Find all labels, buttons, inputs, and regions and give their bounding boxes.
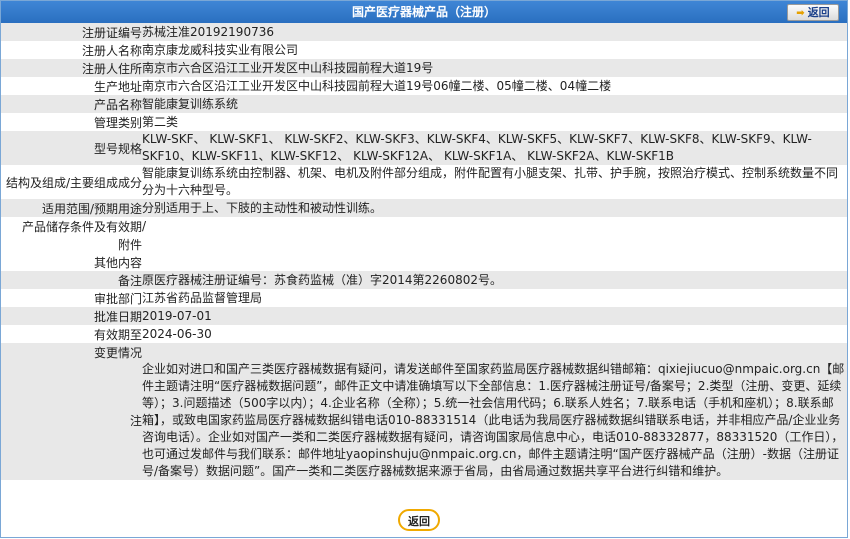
row-registration-number: 注册证编号 苏械注准20192190736	[1, 23, 847, 41]
page-title: 国产医疗器械产品（注册）	[351, 5, 496, 19]
value-changes	[142, 343, 847, 361]
label-accessories: 附件	[1, 235, 142, 253]
label-management-category: 管理类别	[1, 113, 142, 131]
value-registrant-name: 南京康龙威科技实业有限公司	[142, 41, 847, 59]
label-other: 其他内容	[1, 253, 142, 271]
value-intended-use: 分别适用于上、下肢的主动性和被动性训练。	[142, 199, 847, 217]
value-product-name: 智能康复训练系统	[142, 95, 847, 113]
row-approval-dept: 审批部门 江苏省药品监督管理局	[1, 289, 847, 307]
label-product-name: 产品名称	[1, 95, 142, 113]
value-other	[142, 253, 847, 271]
value-management-category: 第二类	[142, 113, 847, 131]
value-model-spec: KLW-SKF、 KLW-SKF1、 KLW-SKF2、KLW-SKF3、KLW…	[142, 131, 847, 165]
label-registration-number: 注册证编号	[1, 23, 142, 41]
label-approval-date: 批准日期	[1, 307, 142, 325]
value-production-address: 南京市六合区沿江工业开发区中山科技园前程大道19号06幢二楼、05幢二楼、04幢…	[142, 77, 847, 95]
row-production-address: 生产地址 南京市六合区沿江工业开发区中山科技园前程大道19号06幢二楼、05幢二…	[1, 77, 847, 95]
value-storage: /	[142, 217, 847, 235]
value-approval-dept: 江苏省药品监督管理局	[142, 289, 847, 307]
label-intended-use: 适用范围/预期用途	[1, 199, 142, 217]
row-product-name: 产品名称 智能康复训练系统	[1, 95, 847, 113]
back-button-top-label: 返回	[807, 6, 830, 19]
row-model-spec: 型号规格 KLW-SKF、 KLW-SKF1、 KLW-SKF2、KLW-SKF…	[1, 131, 847, 165]
row-intended-use: 适用范围/预期用途 分别适用于上、下肢的主动性和被动性训练。	[1, 199, 847, 217]
label-storage: 产品储存条件及有效期	[1, 217, 142, 235]
row-changes: 变更情况	[1, 343, 847, 361]
label-registrant-address: 注册人住所	[1, 59, 142, 77]
row-registrant-name: 注册人名称 南京康龙威科技实业有限公司	[1, 41, 847, 59]
label-approval-dept: 审批部门	[1, 289, 142, 307]
label-model-spec: 型号规格	[1, 131, 142, 165]
value-remarks: 原医疗器械注册证编号：苏食药监械（准）字2014第2260802号。	[142, 271, 847, 289]
detail-panel: 国产医疗器械产品（注册） ➡ 返回 注册证编号 苏械注准20192190736 注…	[0, 0, 848, 538]
panel-header: 国产医疗器械产品（注册） ➡ 返回	[1, 1, 847, 23]
label-registrant-name: 注册人名称	[1, 41, 142, 59]
label-remarks: 备注	[1, 271, 142, 289]
row-approval-date: 批准日期 2019-07-01	[1, 307, 847, 325]
value-note: 企业如对进口和国产三类医疗器械数据有疑问，请发送邮件至国家药监局医疗器械数据纠错…	[142, 361, 847, 480]
row-storage: 产品储存条件及有效期 /	[1, 217, 847, 235]
info-table: 注册证编号 苏械注准20192190736 注册人名称 南京康龙威科技实业有限公…	[1, 23, 847, 480]
label-structure: 结构及组成/主要组成成分	[1, 165, 142, 199]
value-registration-number: 苏械注准20192190736	[142, 23, 847, 41]
back-button-top[interactable]: ➡ 返回	[787, 4, 839, 21]
row-valid-until: 有效期至 2024-06-30	[1, 325, 847, 343]
value-valid-until: 2024-06-30	[142, 325, 847, 343]
row-remarks: 备注 原医疗器械注册证编号：苏食药监械（准）字2014第2260802号。	[1, 271, 847, 289]
row-structure: 结构及组成/主要组成成分 智能康复训练系统由控制器、机架、电机及附件部分组成，附…	[1, 165, 847, 199]
row-registrant-address: 注册人住所 南京市六合区沿江工业开发区中山科技园前程大道19号	[1, 59, 847, 77]
row-management-category: 管理类别 第二类	[1, 113, 847, 131]
label-note: 注	[1, 361, 142, 480]
value-registrant-address: 南京市六合区沿江工业开发区中山科技园前程大道19号	[142, 59, 847, 77]
value-accessories	[142, 235, 847, 253]
back-button-bottom[interactable]: 返回	[398, 509, 440, 531]
label-production-address: 生产地址	[1, 77, 142, 95]
label-valid-until: 有效期至	[1, 325, 142, 343]
arrow-right-icon: ➡	[796, 8, 805, 19]
label-changes: 变更情况	[1, 343, 142, 361]
row-other: 其他内容	[1, 253, 847, 271]
row-note: 注 企业如对进口和国产三类医疗器械数据有疑问，请发送邮件至国家药监局医疗器械数据…	[1, 361, 847, 480]
row-accessories: 附件	[1, 235, 847, 253]
value-structure: 智能康复训练系统由控制器、机架、电机及附件部分组成，附件配置有小腿支架、扎带、护…	[142, 165, 847, 199]
value-approval-date: 2019-07-01	[142, 307, 847, 325]
